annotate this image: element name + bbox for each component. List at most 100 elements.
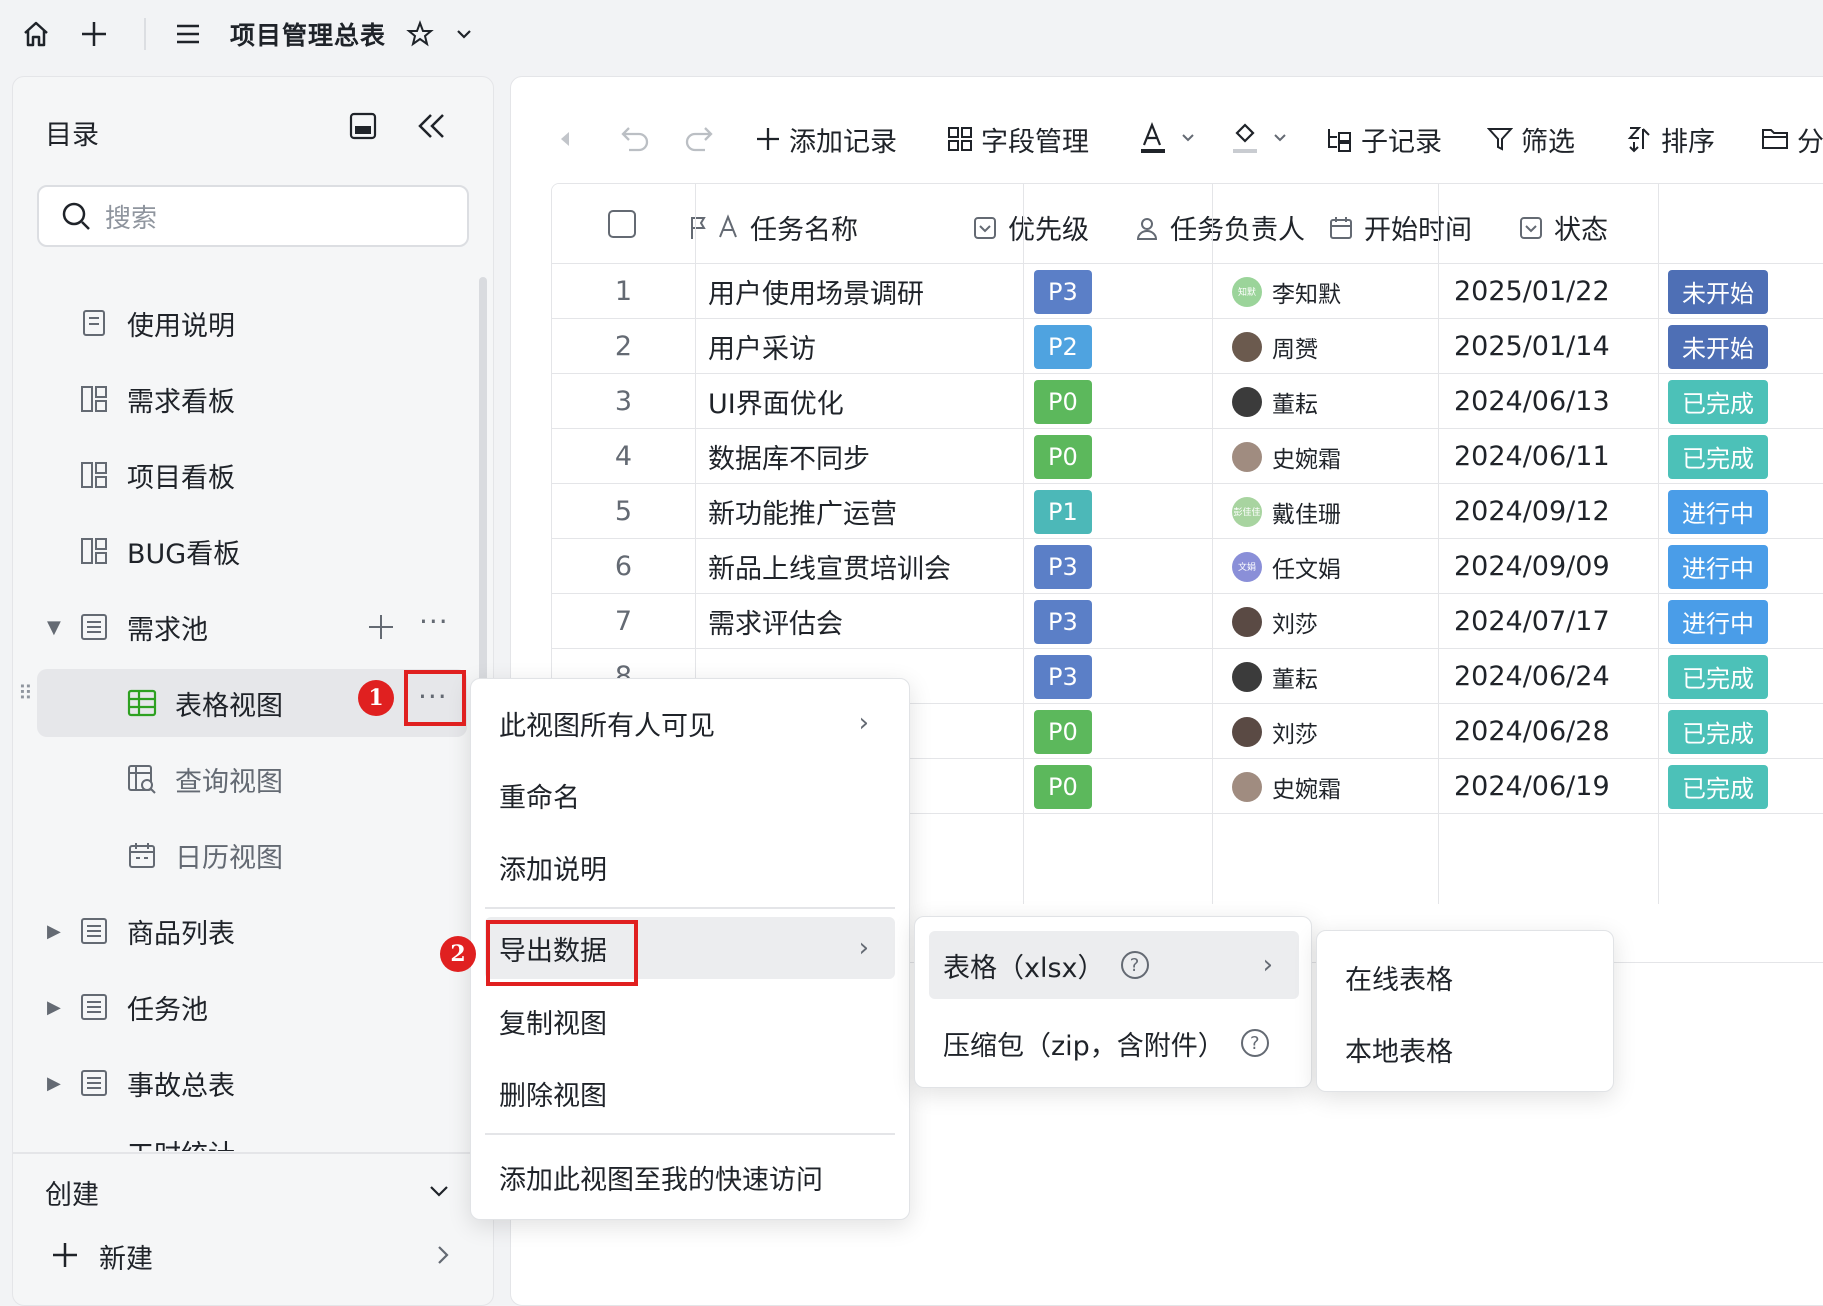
row-number-cell[interactable]: 7: [552, 594, 695, 649]
sub-record-button[interactable]: 子记录: [1325, 111, 1442, 167]
status-cell[interactable]: 已完成: [1668, 759, 1823, 814]
start-date-cell[interactable]: 2024/06/19: [1454, 759, 1654, 814]
owner-cell[interactable]: 周赟: [1232, 319, 1432, 374]
menu-item-rename[interactable]: 重命名: [485, 765, 895, 825]
owner-cell[interactable]: 知默 李知默: [1232, 264, 1432, 319]
start-date-cell[interactable]: 2024/09/12: [1454, 484, 1654, 539]
status-cell[interactable]: 未开始: [1668, 264, 1823, 319]
task-name-cell[interactable]: 用户使用场景调研: [708, 264, 1008, 319]
table-row[interactable]: 3 UI界面优化 P0 董耘 2024/06/13 已完成: [552, 374, 1823, 429]
row-number-cell[interactable]: 2: [552, 319, 695, 374]
more-icon[interactable]: ···: [418, 680, 448, 713]
chevron-right-icon[interactable]: [433, 1243, 453, 1271]
sidebar-item-guide[interactable]: 使用说明: [13, 289, 483, 357]
row-number-cell[interactable]: 5: [552, 484, 695, 539]
search-input[interactable]: 搜索: [37, 185, 469, 247]
collapse-sidebar-icon[interactable]: [416, 111, 448, 145]
chevron-down-icon[interactable]: [444, 14, 484, 54]
online-sheet-item[interactable]: 在线表格: [1331, 945, 1601, 1009]
owner-cell[interactable]: 史婉霜: [1232, 429, 1432, 484]
table-row[interactable]: 6 新品上线宣贯培训会 P3 文娟 任文娟 2024/09/09 进行中: [552, 539, 1823, 594]
status-cell[interactable]: 已完成: [1668, 374, 1823, 429]
add-icon[interactable]: [74, 14, 114, 54]
row-number-cell[interactable]: 4: [552, 429, 695, 484]
priority-cell[interactable]: P3: [1034, 594, 1204, 649]
sidebar-item-bug-board[interactable]: BUG看板: [13, 517, 483, 585]
filter-button[interactable]: 筛选: [1487, 111, 1575, 167]
export-zip-item[interactable]: 压缩包（zip，含附件）?: [929, 1009, 1299, 1077]
status-cell[interactable]: 未开始: [1668, 319, 1823, 374]
add-record-button[interactable]: 添加记录: [755, 111, 897, 167]
priority-cell[interactable]: P0: [1034, 704, 1204, 759]
status-cell[interactable]: 已完成: [1668, 704, 1823, 759]
home-icon[interactable]: [16, 14, 56, 54]
menu-item-delete-view[interactable]: 删除视图: [485, 1063, 895, 1123]
priority-cell[interactable]: P3: [1034, 649, 1204, 704]
task-name-cell[interactable]: 新品上线宣贯培训会: [708, 539, 1008, 594]
menu-item-quick-access[interactable]: 添加此视图至我的快速访问: [485, 1147, 895, 1207]
star-icon[interactable]: [400, 14, 440, 54]
menu-item-visibility[interactable]: 此视图所有人可见 ›: [485, 693, 895, 753]
status-cell[interactable]: 进行中: [1668, 539, 1823, 594]
priority-cell[interactable]: P0: [1034, 429, 1204, 484]
sidebar-item-product-list[interactable]: ▶ 商品列表: [13, 897, 483, 965]
task-name-cell[interactable]: 数据库不同步: [708, 429, 1008, 484]
sidebar-item-task-pool[interactable]: ▶ 任务池: [13, 973, 483, 1041]
header-priority[interactable]: 优先级: [972, 208, 1089, 247]
owner-cell[interactable]: 刘莎: [1232, 594, 1432, 649]
header-task-name[interactable]: 任务名称: [688, 208, 858, 247]
owner-cell[interactable]: 彭佳佳 戴佳珊: [1232, 484, 1432, 539]
sidebar-item-grid-view[interactable]: 表格视图: [37, 669, 467, 737]
select-all-checkbox[interactable]: [608, 210, 636, 238]
menu-item-copy-view[interactable]: 复制视图: [485, 991, 895, 1051]
sidebar-item-project-board[interactable]: 项目看板: [13, 441, 483, 509]
fill-color-button[interactable]: [1231, 111, 1289, 167]
table-row[interactable]: 7 需求评估会 P3 刘莎 2024/07/17 进行中: [552, 594, 1823, 649]
add-icon[interactable]: [51, 1241, 79, 1273]
local-sheet-item[interactable]: 本地表格: [1331, 1017, 1601, 1081]
caret-right-icon[interactable]: ▶: [47, 1073, 61, 1094]
redo-icon[interactable]: [683, 111, 715, 167]
caret-right-icon[interactable]: ▶: [47, 921, 61, 942]
status-cell[interactable]: 已完成: [1668, 429, 1823, 484]
undo-icon[interactable]: [619, 111, 651, 167]
menu-icon[interactable]: [168, 14, 208, 54]
sidebar-item-calendar-view[interactable]: 日历视图: [13, 821, 483, 889]
sidebar-item-incident-table[interactable]: ▶ 事故总表: [13, 1049, 483, 1117]
priority-cell[interactable]: P3: [1034, 264, 1204, 319]
start-date-cell[interactable]: 2024/06/11: [1454, 429, 1654, 484]
header-status[interactable]: 状态: [1518, 208, 1608, 247]
sidebar-item-query-view[interactable]: 查询视图: [13, 745, 483, 813]
priority-cell[interactable]: P1: [1034, 484, 1204, 539]
task-name-cell[interactable]: UI界面优化: [708, 374, 1008, 429]
start-date-cell[interactable]: 2025/01/22: [1454, 264, 1654, 319]
status-cell[interactable]: 进行中: [1668, 594, 1823, 649]
task-name-cell[interactable]: 需求评估会: [708, 594, 1008, 649]
start-date-cell[interactable]: 2024/06/24: [1454, 649, 1654, 704]
table-row[interactable]: 5 新功能推广运营 P1 彭佳佳 戴佳珊 2024/09/12 进行中: [552, 484, 1823, 539]
back-icon[interactable]: [557, 111, 575, 167]
start-date-cell[interactable]: 2024/09/09: [1454, 539, 1654, 594]
priority-cell[interactable]: P0: [1034, 759, 1204, 814]
collapse-panel-icon[interactable]: [348, 111, 378, 145]
row-number-cell[interactable]: 6: [552, 539, 695, 594]
start-date-cell[interactable]: 2024/07/17: [1454, 594, 1654, 649]
table-row[interactable]: 1 用户使用场景调研 P3 知默 李知默 2025/01/22 未开始: [552, 264, 1823, 319]
start-date-cell[interactable]: 2024/06/13: [1454, 374, 1654, 429]
task-name-cell[interactable]: 用户采访: [708, 319, 1008, 374]
row-number-cell[interactable]: 1: [552, 264, 695, 319]
help-icon[interactable]: ?: [1240, 1029, 1269, 1057]
owner-cell[interactable]: 史婉霜: [1232, 759, 1432, 814]
sidebar-item-demand-pool[interactable]: ▼ 需求池 ···: [13, 593, 483, 661]
header-owner[interactable]: 任务负责人: [1134, 208, 1305, 247]
group-button[interactable]: 分: [1761, 111, 1823, 167]
add-icon[interactable]: [367, 613, 395, 648]
caret-right-icon[interactable]: ▶: [47, 997, 61, 1018]
status-cell[interactable]: 已完成: [1668, 649, 1823, 704]
owner-cell[interactable]: 刘莎: [1232, 704, 1432, 759]
owner-cell[interactable]: 董耘: [1232, 649, 1432, 704]
text-color-button[interactable]: [1139, 111, 1197, 167]
priority-cell[interactable]: P0: [1034, 374, 1204, 429]
chevron-down-icon[interactable]: [427, 1179, 451, 1207]
priority-cell[interactable]: P2: [1034, 319, 1204, 374]
